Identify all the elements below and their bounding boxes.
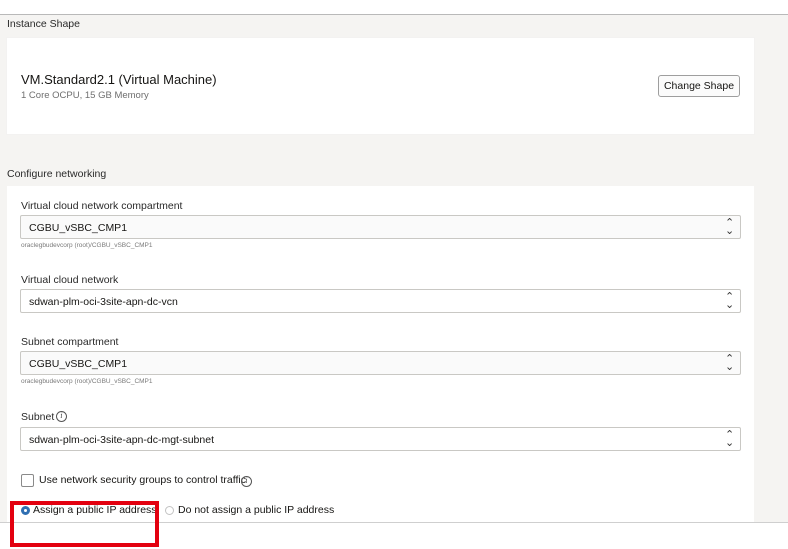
subnet-label: Subnet: [21, 411, 55, 423]
subnet-compartment-value: CGBU_vSBC_CMP1: [29, 358, 128, 370]
highlight-annotation-box: [10, 501, 159, 547]
change-shape-button[interactable]: Change Shape: [658, 75, 740, 97]
vcn-value: sdwan-plm-oci-3site-apn-dc-vcn: [29, 296, 178, 308]
shape-details: 1 Core OCPU, 15 GB Memory: [21, 90, 149, 101]
chevron-updown-icon: ⌃ ⌄: [725, 291, 735, 311]
vcn-select[interactable]: sdwan-plm-oci-3site-apn-dc-vcn ⌃ ⌄: [20, 289, 741, 313]
vcn-compartment-select[interactable]: CGBU_vSBC_CMP1 ⌃ ⌄: [20, 215, 741, 239]
instance-shape-heading: Instance Shape: [7, 18, 80, 30]
vcn-compartment-label: Virtual cloud network compartment: [21, 200, 183, 212]
chevron-updown-icon: ⌃ ⌄: [725, 429, 735, 449]
vcn-compartment-value: CGBU_vSBC_CMP1: [29, 222, 128, 234]
subnet-compartment-help: oraclegbudevcorp (root)/CGBU_vSBC_CMP1: [21, 378, 153, 385]
subnet-value: sdwan-plm-oci-3site-apn-dc-mgt-subnet: [29, 434, 214, 446]
subnet-compartment-label: Subnet compartment: [21, 336, 119, 348]
nsg-checkbox[interactable]: [21, 474, 34, 487]
nsg-checkbox-label: Use network security groups to control t…: [39, 474, 246, 486]
shape-name: VM.Standard2.1 (Virtual Machine): [21, 72, 217, 87]
no-public-ip-label[interactable]: Do not assign a public IP address: [178, 504, 334, 516]
configure-networking-heading: Configure networking: [7, 168, 107, 180]
subnet-compartment-select[interactable]: CGBU_vSBC_CMP1 ⌃ ⌄: [20, 351, 741, 375]
chevron-updown-icon: ⌃ ⌄: [725, 353, 735, 373]
no-public-ip-radio[interactable]: [165, 506, 174, 515]
vcn-label: Virtual cloud network: [21, 274, 119, 286]
chevron-updown-icon: ⌃ ⌄: [725, 217, 735, 237]
info-icon[interactable]: i: [56, 411, 67, 422]
vcn-compartment-help: oraclegbudevcorp (root)/CGBU_vSBC_CMP1: [21, 242, 153, 249]
subnet-select[interactable]: sdwan-plm-oci-3site-apn-dc-mgt-subnet ⌃ ⌄: [20, 427, 741, 451]
info-icon[interactable]: i: [241, 476, 252, 487]
